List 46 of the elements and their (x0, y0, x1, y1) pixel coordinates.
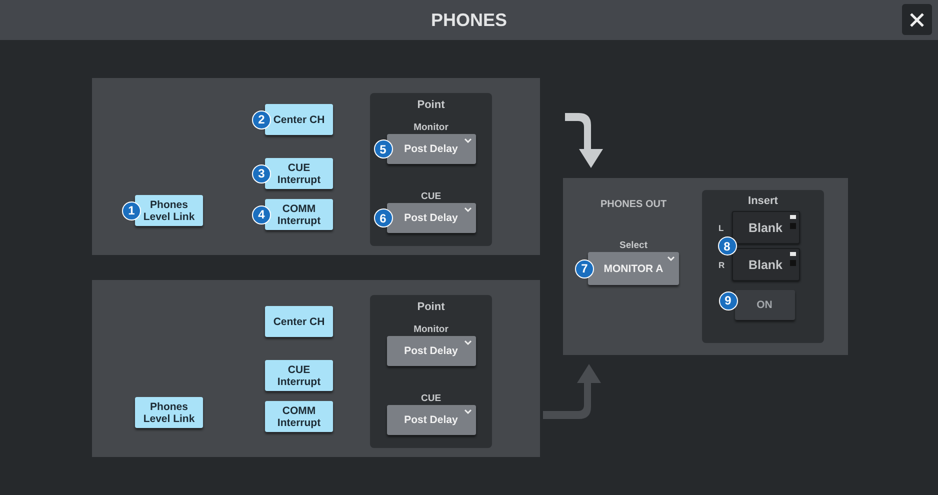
window-title: PHONES (430, 10, 508, 30)
toggle-button[interactable]: Center CH (265, 306, 333, 337)
callout-badge: 4 (252, 205, 271, 224)
dropdown[interactable]: Post Delay (386, 405, 476, 435)
close-button[interactable] (902, 4, 932, 35)
toggle-button[interactable]: COMM Interrupt (265, 401, 333, 432)
callout-badge: 9 (718, 291, 738, 310)
callout-badge: 1 (122, 201, 141, 220)
status-led-icon (790, 215, 796, 229)
chevron-icon (464, 409, 472, 414)
panel-title: PHONES OUT (600, 199, 667, 210)
dropdown-label: CUE (420, 191, 442, 202)
section-title: Point (417, 99, 445, 111)
dropdown-label: CUE (420, 393, 442, 404)
dropdown[interactable]: Post Delay (386, 203, 476, 233)
toggle-button[interactable]: COMM Interrupt (265, 199, 333, 230)
toggle-button[interactable]: CUE Interrupt (265, 360, 333, 391)
toggle-button[interactable]: CUE Interrupt (265, 158, 333, 189)
callout-badge: 8 (718, 236, 736, 256)
toggle-button[interactable]: ON (734, 290, 794, 320)
toggle-button[interactable]: Center CH (265, 104, 333, 135)
chevron-icon (464, 207, 472, 212)
section-title: Insert (748, 195, 778, 207)
section-title: Point (417, 301, 445, 313)
channel-label: R (718, 260, 726, 270)
toggle-button[interactable]: Phones Level Link (135, 397, 203, 428)
callout-badge: 6 (374, 208, 392, 228)
callout-badge: 3 (252, 164, 271, 183)
status-led-icon (790, 252, 796, 266)
dropdown-label: Monitor (414, 122, 448, 133)
insert-slot-button[interactable]: Blank (732, 248, 800, 281)
chevron-icon (464, 340, 472, 345)
dropdown[interactable]: Post Delay (386, 336, 476, 366)
callout-badge: 7 (575, 259, 594, 278)
callout-badge: 2 (252, 110, 271, 129)
toggle-button[interactable]: Phones Level Link (135, 195, 203, 226)
insert-slot-button[interactable]: Blank (732, 211, 800, 244)
close-icon (909, 12, 925, 28)
dropdown[interactable]: Post Delay (386, 134, 476, 164)
chevron-icon (464, 138, 472, 143)
dropdown[interactable]: MONITOR A (588, 252, 679, 285)
callout-badge: 5 (374, 140, 392, 158)
chevron-icon (667, 256, 675, 261)
dropdown-label: Select (620, 240, 648, 251)
channel-label: L (718, 222, 725, 232)
dropdown-label: Monitor (414, 324, 448, 335)
